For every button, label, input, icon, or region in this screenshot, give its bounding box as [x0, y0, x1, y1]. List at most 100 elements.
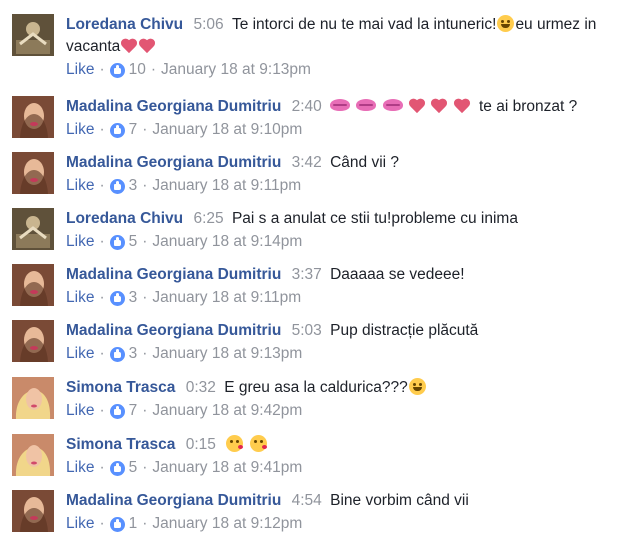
- like-link[interactable]: Like: [66, 287, 94, 309]
- avatar[interactable]: [12, 490, 54, 532]
- avatar[interactable]: [12, 264, 54, 306]
- comment-text: Pai s a anulat ce stii tu!probleme cu in…: [231, 210, 518, 227]
- reaction-count[interactable]: 5: [129, 457, 138, 479]
- separator-dot: ·: [142, 402, 148, 419]
- comment-text: Te intorci de nu te mai vad la intuneric…: [231, 16, 497, 33]
- avatar[interactable]: [12, 14, 54, 56]
- separator-dot: ·: [99, 289, 105, 306]
- reaction-count[interactable]: 3: [129, 175, 138, 197]
- comment-date[interactable]: January 18 at 9:14pm: [152, 231, 302, 253]
- like-reaction-icon[interactable]: [109, 178, 125, 194]
- comment-text: Daaaaa se vedeee!: [330, 266, 465, 283]
- avatar[interactable]: [12, 152, 54, 194]
- heart-emoji-icon: [139, 38, 155, 54]
- reaction-count[interactable]: 1: [129, 513, 138, 535]
- comment-author[interactable]: Simona Trasca: [66, 436, 175, 453]
- comment-date[interactable]: January 18 at 9:12pm: [152, 513, 302, 535]
- audio-timestamp: 3:37: [291, 266, 322, 283]
- audio-timestamp: 4:54: [291, 492, 322, 509]
- reaction-count[interactable]: 10: [129, 59, 146, 81]
- comment-text: Bine vorbim când vii: [330, 492, 469, 509]
- like-link[interactable]: Like: [66, 119, 94, 141]
- comment-date[interactable]: January 18 at 9:42pm: [152, 400, 302, 422]
- separator-dot: ·: [99, 402, 105, 419]
- separator-dot: ·: [142, 345, 148, 362]
- like-reaction-icon[interactable]: [109, 234, 125, 250]
- audio-timestamp: 2:40: [291, 98, 322, 115]
- comment-author[interactable]: Madalina Georgiana Dumitriu: [66, 154, 281, 171]
- comment-date[interactable]: January 18 at 9:13pm: [152, 343, 302, 365]
- audio-timestamp: 6:25: [193, 210, 224, 227]
- like-reaction-icon[interactable]: [109, 346, 125, 362]
- separator-dot: ·: [142, 459, 148, 476]
- audio-timestamp: 0:32: [185, 379, 216, 396]
- like-reaction-icon[interactable]: [109, 62, 125, 78]
- comment-date[interactable]: January 18 at 9:13pm: [161, 59, 311, 81]
- comment-text: te ai bronzat ?: [478, 98, 578, 115]
- like-link[interactable]: Like: [66, 59, 94, 81]
- like-link[interactable]: Like: [66, 343, 94, 365]
- comment-text: Când vii ?: [330, 154, 400, 171]
- comment-date[interactable]: January 18 at 9:41pm: [152, 457, 302, 479]
- heart-emoji-icon: [431, 98, 447, 114]
- avatar[interactable]: [12, 320, 54, 362]
- heart-emoji-icon: [409, 98, 425, 114]
- comment-date[interactable]: January 18 at 9:11pm: [152, 175, 301, 197]
- comment-date[interactable]: January 18 at 9:10pm: [152, 119, 302, 141]
- reaction-count[interactable]: 5: [129, 231, 138, 253]
- comment-author[interactable]: Madalina Georgiana Dumitriu: [66, 322, 281, 339]
- like-reaction-icon[interactable]: [109, 460, 125, 476]
- separator-dot: ·: [142, 515, 148, 532]
- separator-dot: ·: [142, 289, 148, 306]
- reaction-count[interactable]: 7: [129, 400, 138, 422]
- audio-timestamp: 0:15: [185, 436, 216, 453]
- comment-author[interactable]: Loredana Chivu: [66, 210, 183, 227]
- comment-author[interactable]: Madalina Georgiana Dumitriu: [66, 266, 281, 283]
- laughing-emoji-icon: [408, 378, 426, 395]
- separator-dot: ·: [142, 233, 148, 250]
- separator-dot: ·: [99, 515, 105, 532]
- reaction-count[interactable]: 7: [129, 119, 138, 141]
- like-reaction-icon[interactable]: [109, 122, 125, 138]
- audio-timestamp: 5:06: [193, 16, 224, 33]
- audio-timestamp: 5:03: [291, 322, 322, 339]
- separator-dot: ·: [99, 61, 105, 78]
- heart-emoji-icon: [121, 38, 137, 54]
- heart-emoji-icon: [454, 98, 470, 114]
- avatar[interactable]: [12, 377, 54, 419]
- separator-dot: ·: [99, 121, 105, 138]
- like-reaction-icon[interactable]: [109, 403, 125, 419]
- like-link[interactable]: Like: [66, 513, 94, 535]
- like-reaction-icon[interactable]: [109, 516, 125, 532]
- comment-author[interactable]: Loredana Chivu: [66, 16, 183, 33]
- separator-dot: ·: [99, 459, 105, 476]
- like-link[interactable]: Like: [66, 457, 94, 479]
- avatar[interactable]: [12, 208, 54, 250]
- comment-author[interactable]: Madalina Georgiana Dumitriu: [66, 492, 281, 509]
- separator-dot: ·: [142, 177, 148, 194]
- avatar[interactable]: [12, 434, 54, 476]
- comment-text: Pup distracție plăcută: [330, 322, 479, 339]
- laughing-emoji-icon: [497, 15, 515, 32]
- like-reaction-icon[interactable]: [109, 290, 125, 306]
- separator-dot: ·: [99, 233, 105, 250]
- kiss-lips-emoji-icon: [382, 99, 403, 111]
- kissing-heart-emoji-icon: [226, 435, 244, 452]
- audio-timestamp: 3:42: [291, 154, 322, 171]
- like-link[interactable]: Like: [66, 231, 94, 253]
- separator-dot: ·: [150, 61, 157, 78]
- kissing-heart-emoji-icon: [249, 435, 267, 452]
- comment-text: E greu asa la caldurica???: [224, 379, 408, 396]
- comment-author[interactable]: Madalina Georgiana Dumitriu: [66, 98, 281, 115]
- reaction-count[interactable]: 3: [129, 343, 138, 365]
- like-link[interactable]: Like: [66, 400, 94, 422]
- kiss-lips-emoji-icon: [356, 99, 377, 111]
- avatar[interactable]: [12, 96, 54, 138]
- separator-dot: ·: [99, 345, 105, 362]
- comment-date[interactable]: January 18 at 9:11pm: [152, 287, 301, 309]
- comment-author[interactable]: Simona Trasca: [66, 379, 175, 396]
- reaction-count[interactable]: 3: [129, 287, 138, 309]
- like-link[interactable]: Like: [66, 175, 94, 197]
- separator-dot: ·: [142, 121, 148, 138]
- separator-dot: ·: [99, 177, 105, 194]
